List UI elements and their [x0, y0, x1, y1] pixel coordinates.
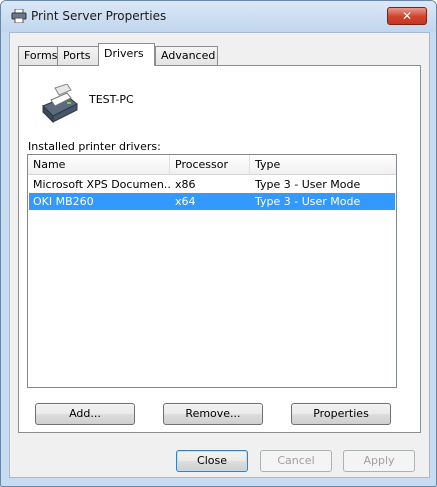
printer-server-icon [42, 84, 78, 124]
tab-forms[interactable]: Forms [18, 46, 58, 65]
column-header-processor[interactable]: Processor [170, 155, 250, 174]
server-name: TEST-PC [89, 93, 134, 106]
tab-ports[interactable]: Ports [57, 46, 99, 65]
title-bar[interactable]: Print Server Properties ✕ [1, 1, 436, 31]
driver-processor: x86 [175, 178, 196, 191]
printer-icon [11, 9, 27, 23]
driver-processor: x64 [175, 195, 196, 208]
tab-advanced-label: Advanced [161, 49, 216, 62]
drivers-list-header: Name Processor Type [28, 155, 396, 175]
apply-button[interactable]: Apply [343, 450, 415, 472]
window-close-button[interactable]: ✕ [387, 7, 427, 25]
column-header-type[interactable]: Type [250, 155, 396, 174]
driver-name: Microsoft XPS Documen... [33, 178, 171, 191]
tab-advanced[interactable]: Advanced [155, 46, 218, 65]
driver-type: Type 3 - User Mode [255, 178, 361, 191]
driver-row[interactable]: Microsoft XPS Documen... x86 Type 3 - Us… [29, 176, 395, 193]
dialog-client-area: Forms Ports Drivers Advanced TEST-PC Ins… [9, 32, 430, 478]
driver-row-selected[interactable]: OKI MB260 x64 Type 3 - User Mode [29, 193, 395, 210]
print-server-properties-window: Print Server Properties ✕ Forms Ports Dr… [0, 0, 437, 487]
driver-type: Type 3 - User Mode [255, 195, 361, 208]
tab-ports-label: Ports [63, 49, 91, 62]
remove-driver-button[interactable]: Remove... [163, 403, 263, 425]
tab-drivers[interactable]: Drivers [98, 43, 155, 66]
drivers-list[interactable]: Name Processor Type Microsoft XPS Docume… [27, 154, 397, 388]
tab-drivers-label: Drivers [104, 47, 144, 60]
driver-properties-button[interactable]: Properties [291, 403, 391, 425]
close-icon: ✕ [401, 9, 413, 23]
driver-name: OKI MB260 [33, 195, 94, 208]
cancel-button[interactable]: Cancel [260, 450, 332, 472]
column-header-name[interactable]: Name [28, 155, 170, 174]
installed-drivers-label: Installed printer drivers: [28, 140, 161, 153]
tab-forms-label: Forms [24, 49, 58, 62]
window-title: Print Server Properties [31, 9, 167, 23]
close-button[interactable]: Close [176, 450, 248, 472]
add-driver-button[interactable]: Add... [35, 403, 135, 425]
